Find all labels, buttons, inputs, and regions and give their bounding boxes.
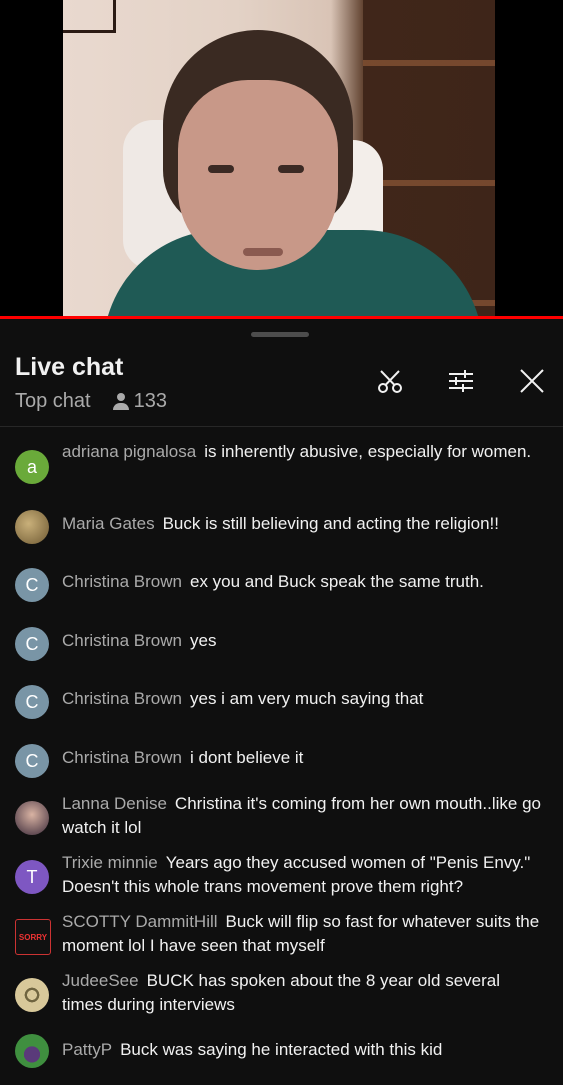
chat-mode-label: Top chat xyxy=(15,390,91,412)
message-text: is inherently abusive, especially for wo… xyxy=(204,442,532,461)
video-player[interactable] xyxy=(0,0,563,316)
message-text: i dont believe it xyxy=(190,748,304,767)
close-icon[interactable] xyxy=(512,361,552,401)
message-author: PattyP xyxy=(62,1040,113,1059)
avatar: T xyxy=(15,860,49,894)
viewer-count: 133 xyxy=(112,390,167,413)
person-icon xyxy=(112,392,129,411)
message-author: Christina Brown xyxy=(62,748,182,767)
message-author: Maria Gates xyxy=(62,514,155,533)
live-chat-panel: Live chat Top chat 133 a adriana pignalo… xyxy=(0,319,563,1085)
avatar xyxy=(15,1034,49,1068)
filter-icon[interactable] xyxy=(441,361,481,401)
avatar xyxy=(15,801,49,835)
message-author: Christina Brown xyxy=(62,631,182,650)
message-text: Buck was saying he interacted with this … xyxy=(120,1040,443,1059)
avatar: a xyxy=(15,450,49,484)
message-author: JudeeSee xyxy=(62,971,139,990)
message-author: Christina Brown xyxy=(62,572,182,591)
avatar: C xyxy=(15,685,49,719)
message-author: Lanna Denise xyxy=(62,794,167,813)
header-divider xyxy=(0,426,563,427)
message-text: yes xyxy=(190,631,217,650)
avatar: C xyxy=(15,627,49,661)
drag-handle[interactable] xyxy=(251,332,309,337)
video-frame xyxy=(63,0,495,316)
avatar: SORRY xyxy=(15,919,51,955)
chat-mode-selector[interactable]: Top chat 133 xyxy=(15,390,167,413)
avatar xyxy=(15,510,49,544)
message-author: Christina Brown xyxy=(62,689,182,708)
message-author: SCOTTY DammitHill xyxy=(62,912,218,931)
message-author: adriana pignalosa xyxy=(62,442,197,461)
message-text: ex you and Buck speak the same truth. xyxy=(190,572,484,591)
avatar: C xyxy=(15,744,49,778)
message-text: yes i am very much saying that xyxy=(190,689,424,708)
chat-title: Live chat xyxy=(15,353,124,381)
message-author: Trixie minnie xyxy=(62,853,158,872)
viewer-count-value: 133 xyxy=(133,390,167,412)
avatar xyxy=(15,978,49,1012)
message-text: Buck is still believing and acting the r… xyxy=(162,514,499,533)
scissors-icon[interactable] xyxy=(370,361,410,401)
avatar: C xyxy=(15,568,49,602)
